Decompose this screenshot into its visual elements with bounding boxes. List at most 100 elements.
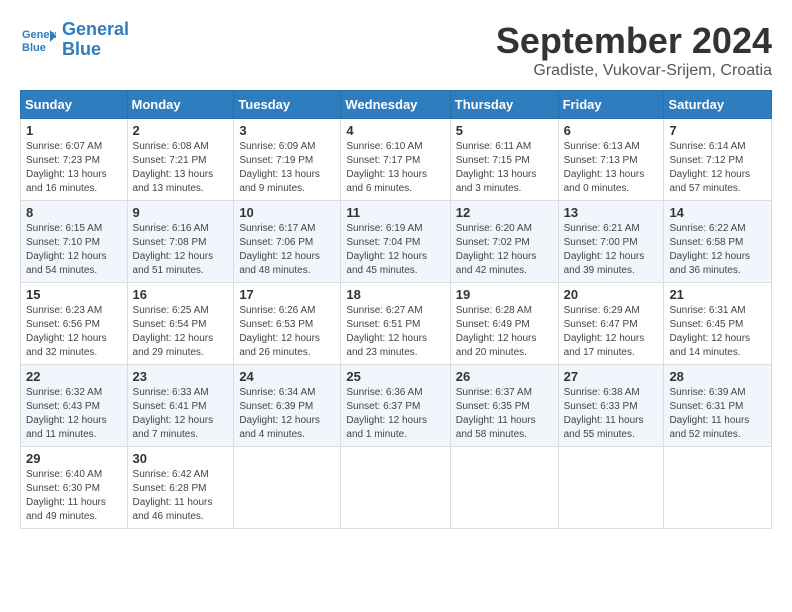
logo-text: GeneralBlue (62, 20, 129, 60)
day-info: Sunrise: 6:08 AM Sunset: 7:21 PM Dayligh… (133, 140, 229, 196)
calendar-cell: 5 Sunrise: 6:11 AM Sunset: 7:15 PM Daylig… (450, 119, 558, 201)
calendar-cell (450, 447, 558, 529)
day-number: 28 (669, 369, 766, 384)
calendar-cell: 22 Sunrise: 6:32 AM Sunset: 6:43 PM Dayli… (21, 365, 128, 447)
day-number: 13 (564, 205, 659, 220)
calendar-cell: 15Sunrise: 6:23 AM Sunset: 6:56 PM Dayli… (21, 283, 128, 365)
day-info: Sunrise: 6:36 AM Sunset: 6:37 PM Dayligh… (346, 386, 444, 442)
location-title: Gradiste, Vukovar-Srijem, Croatia (496, 62, 772, 80)
day-info: Sunrise: 6:32 AM Sunset: 6:43 PM Dayligh… (26, 386, 122, 442)
calendar-cell: 13 Sunrise: 6:21 AM Sunset: 7:00 PM Dayli… (558, 201, 664, 283)
day-info: Sunrise: 6:25 AM Sunset: 6:54 PM Dayligh… (133, 304, 229, 360)
day-info: Sunrise: 6:42 AM Sunset: 6:28 PM Dayligh… (133, 468, 229, 524)
day-info: Sunrise: 6:29 AM Sunset: 6:47 PM Dayligh… (564, 304, 659, 360)
day-number: 11 (346, 205, 444, 220)
weekday-header-saturday: Saturday (664, 91, 772, 119)
calendar-cell (664, 447, 772, 529)
calendar-cell: 10 Sunrise: 6:17 AM Sunset: 7:06 PM Dayli… (234, 201, 341, 283)
day-info: Sunrise: 6:21 AM Sunset: 7:00 PM Dayligh… (564, 222, 659, 278)
calendar-cell: 1 Sunrise: 6:07 AM Sunset: 7:23 PM Daylig… (21, 119, 128, 201)
calendar-cell: 23 Sunrise: 6:33 AM Sunset: 6:41 PM Dayli… (127, 365, 234, 447)
title-area: September 2024 Gradiste, Vukovar-Srijem,… (496, 20, 772, 80)
day-number: 29 (26, 451, 122, 466)
calendar-cell (558, 447, 664, 529)
calendar-cell: 3 Sunrise: 6:09 AM Sunset: 7:19 PM Daylig… (234, 119, 341, 201)
day-number: 25 (346, 369, 444, 384)
day-number: 6 (564, 123, 659, 138)
day-info: Sunrise: 6:13 AM Sunset: 7:13 PM Dayligh… (564, 140, 659, 196)
day-info: Sunrise: 6:16 AM Sunset: 7:08 PM Dayligh… (133, 222, 229, 278)
day-info: Sunrise: 6:15 AM Sunset: 7:10 PM Dayligh… (26, 222, 122, 278)
calendar-cell: 7Sunrise: 6:14 AM Sunset: 7:12 PM Daylig… (664, 119, 772, 201)
weekday-header-tuesday: Tuesday (234, 91, 341, 119)
day-number: 22 (26, 369, 122, 384)
day-info: Sunrise: 6:40 AM Sunset: 6:30 PM Dayligh… (26, 468, 122, 524)
day-info: Sunrise: 6:38 AM Sunset: 6:33 PM Dayligh… (564, 386, 659, 442)
calendar-cell: 18 Sunrise: 6:27 AM Sunset: 6:51 PM Dayli… (341, 283, 450, 365)
day-info: Sunrise: 6:37 AM Sunset: 6:35 PM Dayligh… (456, 386, 553, 442)
weekday-header-sunday: Sunday (21, 91, 128, 119)
calendar-cell: 29 Sunrise: 6:40 AM Sunset: 6:30 PM Dayli… (21, 447, 128, 529)
day-number: 10 (239, 205, 335, 220)
calendar-cell: 4 Sunrise: 6:10 AM Sunset: 7:17 PM Daylig… (341, 119, 450, 201)
day-number: 5 (456, 123, 553, 138)
calendar-cell: 27 Sunrise: 6:38 AM Sunset: 6:33 PM Dayli… (558, 365, 664, 447)
day-info: Sunrise: 6:27 AM Sunset: 6:51 PM Dayligh… (346, 304, 444, 360)
day-info: Sunrise: 6:39 AM Sunset: 6:31 PM Dayligh… (669, 386, 766, 442)
day-info: Sunrise: 6:34 AM Sunset: 6:39 PM Dayligh… (239, 386, 335, 442)
day-number: 1 (26, 123, 122, 138)
calendar-cell (341, 447, 450, 529)
day-info: Sunrise: 6:31 AM Sunset: 6:45 PM Dayligh… (669, 304, 766, 360)
calendar-cell: 8Sunrise: 6:15 AM Sunset: 7:10 PM Daylig… (21, 201, 128, 283)
day-info: Sunrise: 6:20 AM Sunset: 7:02 PM Dayligh… (456, 222, 553, 278)
day-number: 27 (564, 369, 659, 384)
calendar-cell: 28 Sunrise: 6:39 AM Sunset: 6:31 PM Dayli… (664, 365, 772, 447)
day-info: Sunrise: 6:26 AM Sunset: 6:53 PM Dayligh… (239, 304, 335, 360)
calendar-cell: 17 Sunrise: 6:26 AM Sunset: 6:53 PM Dayli… (234, 283, 341, 365)
day-number: 26 (456, 369, 553, 384)
day-number: 30 (133, 451, 229, 466)
calendar-week-row: 1 Sunrise: 6:07 AM Sunset: 7:23 PM Daylig… (21, 119, 772, 201)
weekday-header-row: SundayMondayTuesdayWednesdayThursdayFrid… (21, 91, 772, 119)
day-number: 20 (564, 287, 659, 302)
day-info: Sunrise: 6:09 AM Sunset: 7:19 PM Dayligh… (239, 140, 335, 196)
day-number: 15 (26, 287, 122, 302)
day-info: Sunrise: 6:33 AM Sunset: 6:41 PM Dayligh… (133, 386, 229, 442)
day-info: Sunrise: 6:07 AM Sunset: 7:23 PM Dayligh… (26, 140, 122, 196)
weekday-header-wednesday: Wednesday (341, 91, 450, 119)
day-number: 14 (669, 205, 766, 220)
calendar-cell: 2 Sunrise: 6:08 AM Sunset: 7:21 PM Daylig… (127, 119, 234, 201)
calendar-cell: 24 Sunrise: 6:34 AM Sunset: 6:39 PM Dayli… (234, 365, 341, 447)
weekday-header-thursday: Thursday (450, 91, 558, 119)
day-info: Sunrise: 6:17 AM Sunset: 7:06 PM Dayligh… (239, 222, 335, 278)
day-number: 21 (669, 287, 766, 302)
calendar-week-row: 22 Sunrise: 6:32 AM Sunset: 6:43 PM Dayli… (21, 365, 772, 447)
calendar-week-row: 15Sunrise: 6:23 AM Sunset: 6:56 PM Dayli… (21, 283, 772, 365)
calendar-cell (234, 447, 341, 529)
day-number: 18 (346, 287, 444, 302)
day-info: Sunrise: 6:19 AM Sunset: 7:04 PM Dayligh… (346, 222, 444, 278)
calendar-cell: 14Sunrise: 6:22 AM Sunset: 6:58 PM Dayli… (664, 201, 772, 283)
day-number: 12 (456, 205, 553, 220)
calendar-cell: 19Sunrise: 6:28 AM Sunset: 6:49 PM Dayli… (450, 283, 558, 365)
month-title: September 2024 (496, 20, 772, 62)
calendar-cell: 30 Sunrise: 6:42 AM Sunset: 6:28 PM Dayli… (127, 447, 234, 529)
calendar-cell: 12 Sunrise: 6:20 AM Sunset: 7:02 PM Dayli… (450, 201, 558, 283)
day-number: 2 (133, 123, 229, 138)
day-number: 24 (239, 369, 335, 384)
calendar-week-row: 8Sunrise: 6:15 AM Sunset: 7:10 PM Daylig… (21, 201, 772, 283)
calendar-cell: 16 Sunrise: 6:25 AM Sunset: 6:54 PM Dayli… (127, 283, 234, 365)
day-info: Sunrise: 6:11 AM Sunset: 7:15 PM Dayligh… (456, 140, 553, 196)
calendar-cell: 11 Sunrise: 6:19 AM Sunset: 7:04 PM Dayli… (341, 201, 450, 283)
day-number: 17 (239, 287, 335, 302)
calendar-cell: 25 Sunrise: 6:36 AM Sunset: 6:37 PM Dayli… (341, 365, 450, 447)
logo-icon: General Blue (20, 22, 56, 58)
day-info: Sunrise: 6:10 AM Sunset: 7:17 PM Dayligh… (346, 140, 444, 196)
calendar-cell: 6 Sunrise: 6:13 AM Sunset: 7:13 PM Daylig… (558, 119, 664, 201)
day-number: 3 (239, 123, 335, 138)
day-number: 4 (346, 123, 444, 138)
calendar-cell: 20 Sunrise: 6:29 AM Sunset: 6:47 PM Dayli… (558, 283, 664, 365)
weekday-header-friday: Friday (558, 91, 664, 119)
day-number: 23 (133, 369, 229, 384)
day-number: 16 (133, 287, 229, 302)
